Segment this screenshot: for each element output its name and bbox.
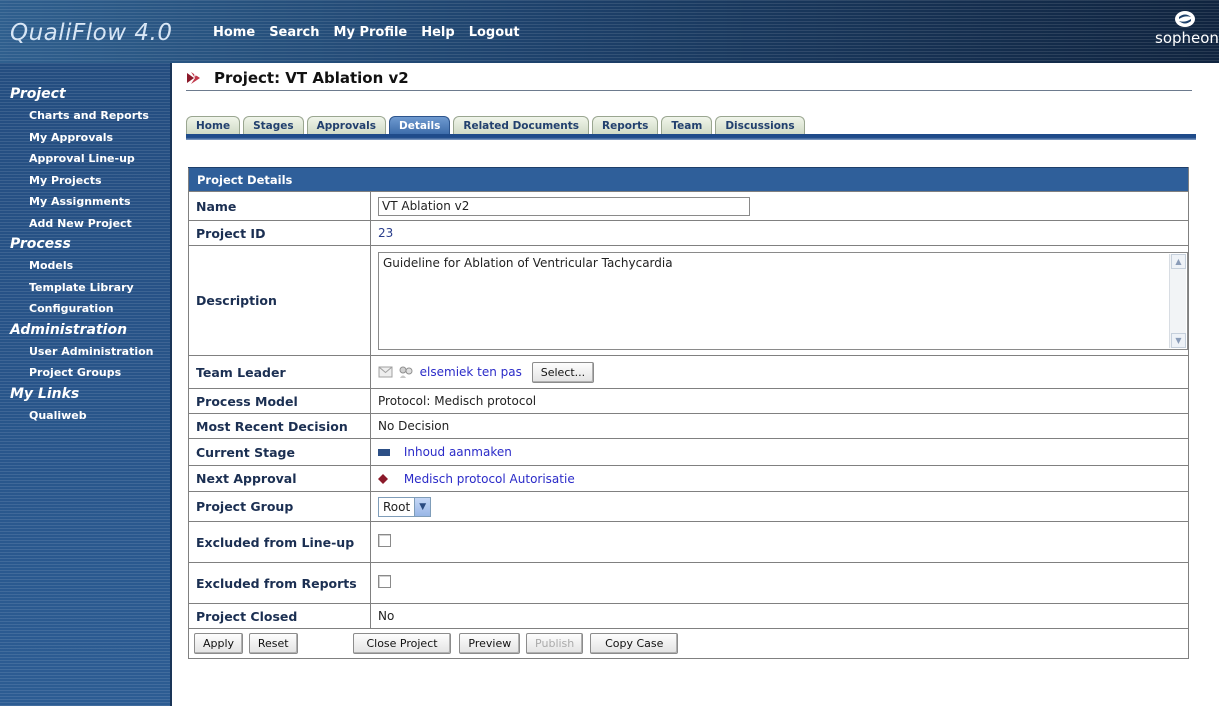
excluded-reports-label: Excluded from Reports bbox=[188, 562, 371, 604]
excluded-lineup-label: Excluded from Line-up bbox=[188, 521, 371, 563]
project-icon bbox=[187, 72, 200, 84]
sidebar-item-charts-and-reports[interactable]: Charts and Reports bbox=[0, 105, 170, 127]
project-group-select[interactable]: Root ▼ bbox=[378, 496, 432, 517]
apply-button[interactable]: Apply bbox=[194, 633, 244, 654]
nav-logout[interactable]: Logout bbox=[469, 25, 520, 40]
main-content: Project: VT Ablation v2 Home Stages Appr… bbox=[186, 63, 1196, 706]
top-nav: Home Search My Profile Help Logout bbox=[213, 25, 520, 40]
project-group-selected: Root bbox=[383, 499, 411, 514]
preview-button[interactable]: Preview bbox=[459, 633, 521, 654]
close-project-button[interactable]: Close Project bbox=[353, 633, 451, 654]
nav-my-profile[interactable]: My Profile bbox=[334, 25, 408, 40]
chevron-down-icon[interactable]: ▼ bbox=[414, 497, 431, 516]
sidebar: Project Charts and Reports My Approvals … bbox=[0, 63, 172, 706]
tab-underline bbox=[186, 134, 1196, 140]
nav-help[interactable]: Help bbox=[421, 25, 454, 40]
brand-logo: sopheon bbox=[1155, 4, 1219, 58]
app-logo: QualiFlow 4.0 bbox=[10, 20, 173, 46]
project-details-table: Project Details Name Project ID 23 Descr… bbox=[188, 167, 1189, 659]
sidebar-heading-administration: Administration bbox=[10, 321, 128, 338]
project-details-header: Project Details bbox=[188, 167, 1189, 192]
scroll-down-icon[interactable]: ▼ bbox=[1171, 332, 1186, 348]
tab-stages[interactable]: Stages bbox=[243, 116, 304, 135]
current-stage-link[interactable]: Inhoud aanmaken bbox=[404, 445, 512, 459]
tab-bar: Home Stages Approvals Details Related Do… bbox=[186, 115, 808, 135]
sidebar-item-my-assignments[interactable]: My Assignments bbox=[0, 191, 170, 213]
next-approval-label: Next Approval bbox=[188, 465, 371, 492]
sopheon-mark-icon bbox=[1175, 11, 1195, 27]
tab-related-documents[interactable]: Related Documents bbox=[453, 116, 590, 135]
tab-details[interactable]: Details bbox=[388, 116, 451, 135]
process-model-value: Protocol: Medisch protocol bbox=[370, 388, 1189, 414]
sidebar-item-template-library[interactable]: Template Library bbox=[0, 277, 170, 299]
publish-button: Publish bbox=[526, 633, 584, 654]
sidebar-item-models[interactable]: Models bbox=[0, 255, 170, 277]
brand-name: sopheon bbox=[1155, 29, 1219, 47]
project-closed-value: No bbox=[370, 603, 1189, 629]
excluded-reports-checkbox[interactable] bbox=[378, 575, 391, 588]
sidebar-item-qualiweb[interactable]: Qualiweb bbox=[0, 405, 170, 427]
group-icon[interactable] bbox=[398, 365, 414, 379]
project-id-label: Project ID bbox=[188, 220, 371, 246]
sidebar-item-my-projects[interactable]: My Projects bbox=[0, 170, 170, 192]
sidebar-heading-my-links: My Links bbox=[10, 385, 80, 402]
tab-home[interactable]: Home bbox=[186, 116, 241, 135]
sidebar-heading-process: Process bbox=[10, 236, 71, 252]
sidebar-item-configuration[interactable]: Configuration bbox=[0, 298, 170, 320]
current-stage-label: Current Stage bbox=[188, 438, 371, 466]
most-recent-decision-label: Most Recent Decision bbox=[188, 413, 371, 439]
name-input[interactable] bbox=[378, 196, 750, 216]
stage-flag-icon bbox=[378, 448, 390, 456]
tab-approvals[interactable]: Approvals bbox=[306, 116, 386, 135]
action-row: Apply Reset Close Project Preview Publis… bbox=[188, 628, 1189, 659]
approval-diamond-icon bbox=[378, 474, 388, 484]
reset-button[interactable]: Reset bbox=[248, 633, 298, 654]
title-divider bbox=[186, 90, 1192, 91]
page-title: Project: VT Ablation v2 bbox=[186, 67, 409, 89]
most-recent-decision-value: No Decision bbox=[370, 413, 1189, 439]
process-model-label: Process Model bbox=[188, 388, 371, 414]
sidebar-item-add-new-project[interactable]: Add New Project bbox=[0, 213, 170, 235]
sidebar-item-my-approvals[interactable]: My Approvals bbox=[0, 127, 170, 149]
project-group-label: Project Group bbox=[188, 491, 371, 522]
copy-case-button[interactable]: Copy Case bbox=[590, 633, 679, 654]
nav-home[interactable]: Home bbox=[213, 25, 255, 40]
next-approval-link[interactable]: Medisch protocol Autorisatie bbox=[404, 472, 575, 486]
scroll-up-icon[interactable]: ▲ bbox=[1171, 253, 1186, 269]
envelope-icon[interactable] bbox=[378, 366, 394, 378]
sidebar-heading-project: Project bbox=[10, 86, 66, 102]
description-textarea[interactable]: Guideline for Ablation of Ventricular Ta… bbox=[378, 251, 1188, 350]
top-header: QualiFlow 4.0 Home Search My Profile Hel… bbox=[0, 0, 1219, 63]
description-text: Guideline for Ablation of Ventricular Ta… bbox=[383, 255, 673, 270]
description-scrollbar[interactable]: ▲ ▼ bbox=[1169, 253, 1186, 348]
sidebar-item-user-administration[interactable]: User Administration bbox=[0, 341, 170, 363]
sidebar-item-approval-line-up[interactable]: Approval Line-up bbox=[0, 148, 170, 170]
project-id-value: 23 bbox=[370, 220, 1189, 246]
excluded-lineup-checkbox[interactable] bbox=[378, 534, 391, 547]
page-title-text: Project: VT Ablation v2 bbox=[214, 69, 409, 87]
description-label: Description bbox=[188, 245, 371, 356]
tab-reports[interactable]: Reports bbox=[592, 116, 659, 135]
team-leader-label: Team Leader bbox=[188, 355, 371, 389]
team-leader-link[interactable]: elsemiek ten pas bbox=[420, 365, 522, 379]
sidebar-item-project-groups[interactable]: Project Groups bbox=[0, 362, 170, 384]
tab-discussions[interactable]: Discussions bbox=[715, 116, 805, 135]
tab-team[interactable]: Team bbox=[661, 116, 713, 135]
project-closed-label: Project Closed bbox=[188, 603, 371, 629]
nav-search[interactable]: Search bbox=[269, 25, 319, 40]
select-team-leader-button[interactable]: Select... bbox=[531, 361, 595, 383]
name-label: Name bbox=[188, 191, 371, 221]
